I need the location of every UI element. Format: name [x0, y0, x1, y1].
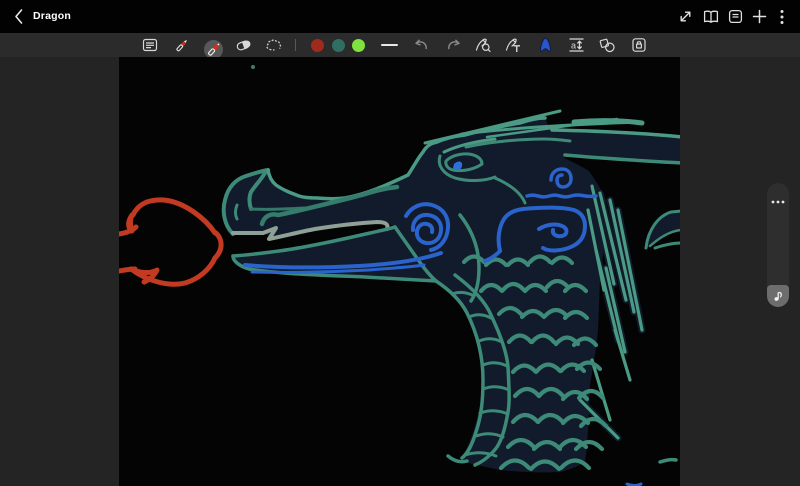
svg-text:a: a: [571, 40, 576, 50]
